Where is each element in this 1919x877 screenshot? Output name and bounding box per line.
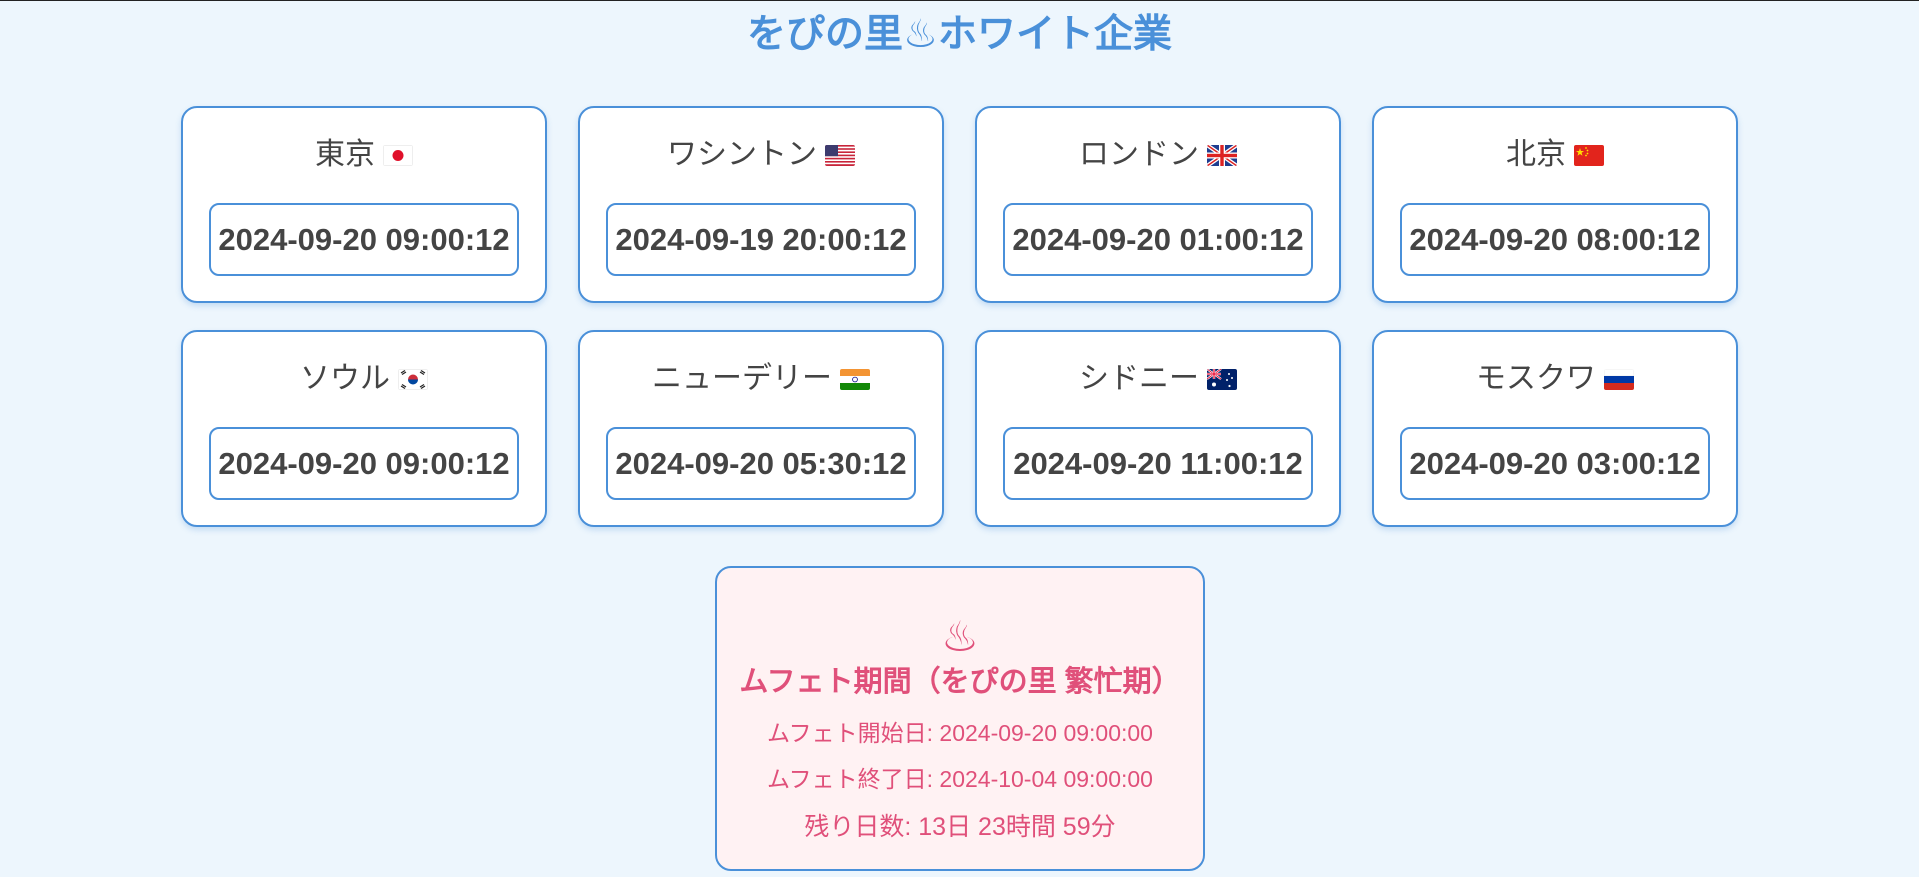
- city-name: モスクワ: [1374, 360, 1736, 398]
- clock-card-beijing: 北京 2024-09-20 08:00:12: [1372, 106, 1738, 303]
- world-clock-grid: 東京 2024-09-20 09:00:12 ワシントン 2024-09-19 …: [181, 106, 1739, 527]
- time-display: 2024-09-20 05:30:12: [606, 427, 916, 500]
- buffet-end-date: ムフェト終了日: 2024-10-04 09:00:00: [767, 766, 1153, 792]
- city-label: ニューデリー: [652, 362, 832, 395]
- buffet-period-card: ♨ ムフェト期間（をぴの里 繁忙期） ムフェト開始日: 2024-09-20 0…: [715, 566, 1205, 871]
- buffet-start-date: ムフェト開始日: 2024-09-20 09:00:00: [767, 720, 1153, 746]
- time-display: 2024-09-20 01:00:12: [1003, 203, 1313, 276]
- uk-flag-icon: [1207, 145, 1237, 166]
- time-display: 2024-09-20 11:00:12: [1003, 427, 1313, 500]
- city-label: シドニー: [1079, 362, 1199, 395]
- time-display: 2024-09-19 20:00:12: [606, 203, 916, 276]
- clock-card-washington: ワシントン 2024-09-19 20:00:12: [578, 106, 944, 303]
- clock-card-london: ロンドン 2024-09-20 01:00:12: [975, 106, 1341, 303]
- city-name: ロンドン: [977, 136, 1339, 174]
- russia-flag-icon: [1604, 369, 1634, 390]
- page-title: をぴの里♨ホワイト企業: [747, 13, 1172, 56]
- australia-flag-icon: [1207, 369, 1237, 390]
- hot-spring-icon: ♨: [941, 613, 979, 660]
- india-flag-icon: [840, 369, 870, 390]
- time-display: 2024-09-20 08:00:12: [1400, 203, 1710, 276]
- time-display: 2024-09-20 09:00:12: [209, 203, 519, 276]
- clock-card-seoul: ソウル 2024-09-20 09:00:12: [181, 330, 547, 527]
- clock-card-new-delhi: ニューデリー 2024-09-20 05:30:12: [578, 330, 944, 527]
- time-display: 2024-09-20 09:00:12: [209, 427, 519, 500]
- japan-flag-icon: [383, 145, 413, 166]
- city-name: 東京: [183, 136, 545, 174]
- time-display: 2024-09-20 03:00:12: [1400, 427, 1710, 500]
- clock-card-tokyo: 東京 2024-09-20 09:00:12: [181, 106, 547, 303]
- city-label: 北京: [1506, 138, 1566, 171]
- china-flag-icon: [1574, 145, 1604, 166]
- city-name: 北京: [1374, 136, 1736, 174]
- usa-flag-icon: [825, 145, 855, 166]
- city-label: ロンドン: [1079, 138, 1199, 171]
- city-label: モスクワ: [1476, 362, 1596, 395]
- city-label: 東京: [315, 138, 375, 171]
- city-name: ワシントン: [580, 136, 942, 174]
- city-label: ソウル: [300, 362, 390, 395]
- city-name: シドニー: [977, 360, 1339, 398]
- clock-card-moscow: モスクワ 2024-09-20 03:00:12: [1372, 330, 1738, 527]
- city-name: ニューデリー: [580, 360, 942, 398]
- buffet-title: ムフェト期間（をぴの里 繁忙期）: [739, 666, 1181, 698]
- city-name: ソウル: [183, 360, 545, 398]
- clock-card-sydney: シドニー 2024-09-20 11:00:12: [975, 330, 1341, 527]
- buffet-remaining-time: 残り日数: 13日 23時間 59分: [804, 813, 1116, 841]
- korea-flag-icon: [398, 369, 428, 390]
- city-label: ワシントン: [667, 138, 817, 171]
